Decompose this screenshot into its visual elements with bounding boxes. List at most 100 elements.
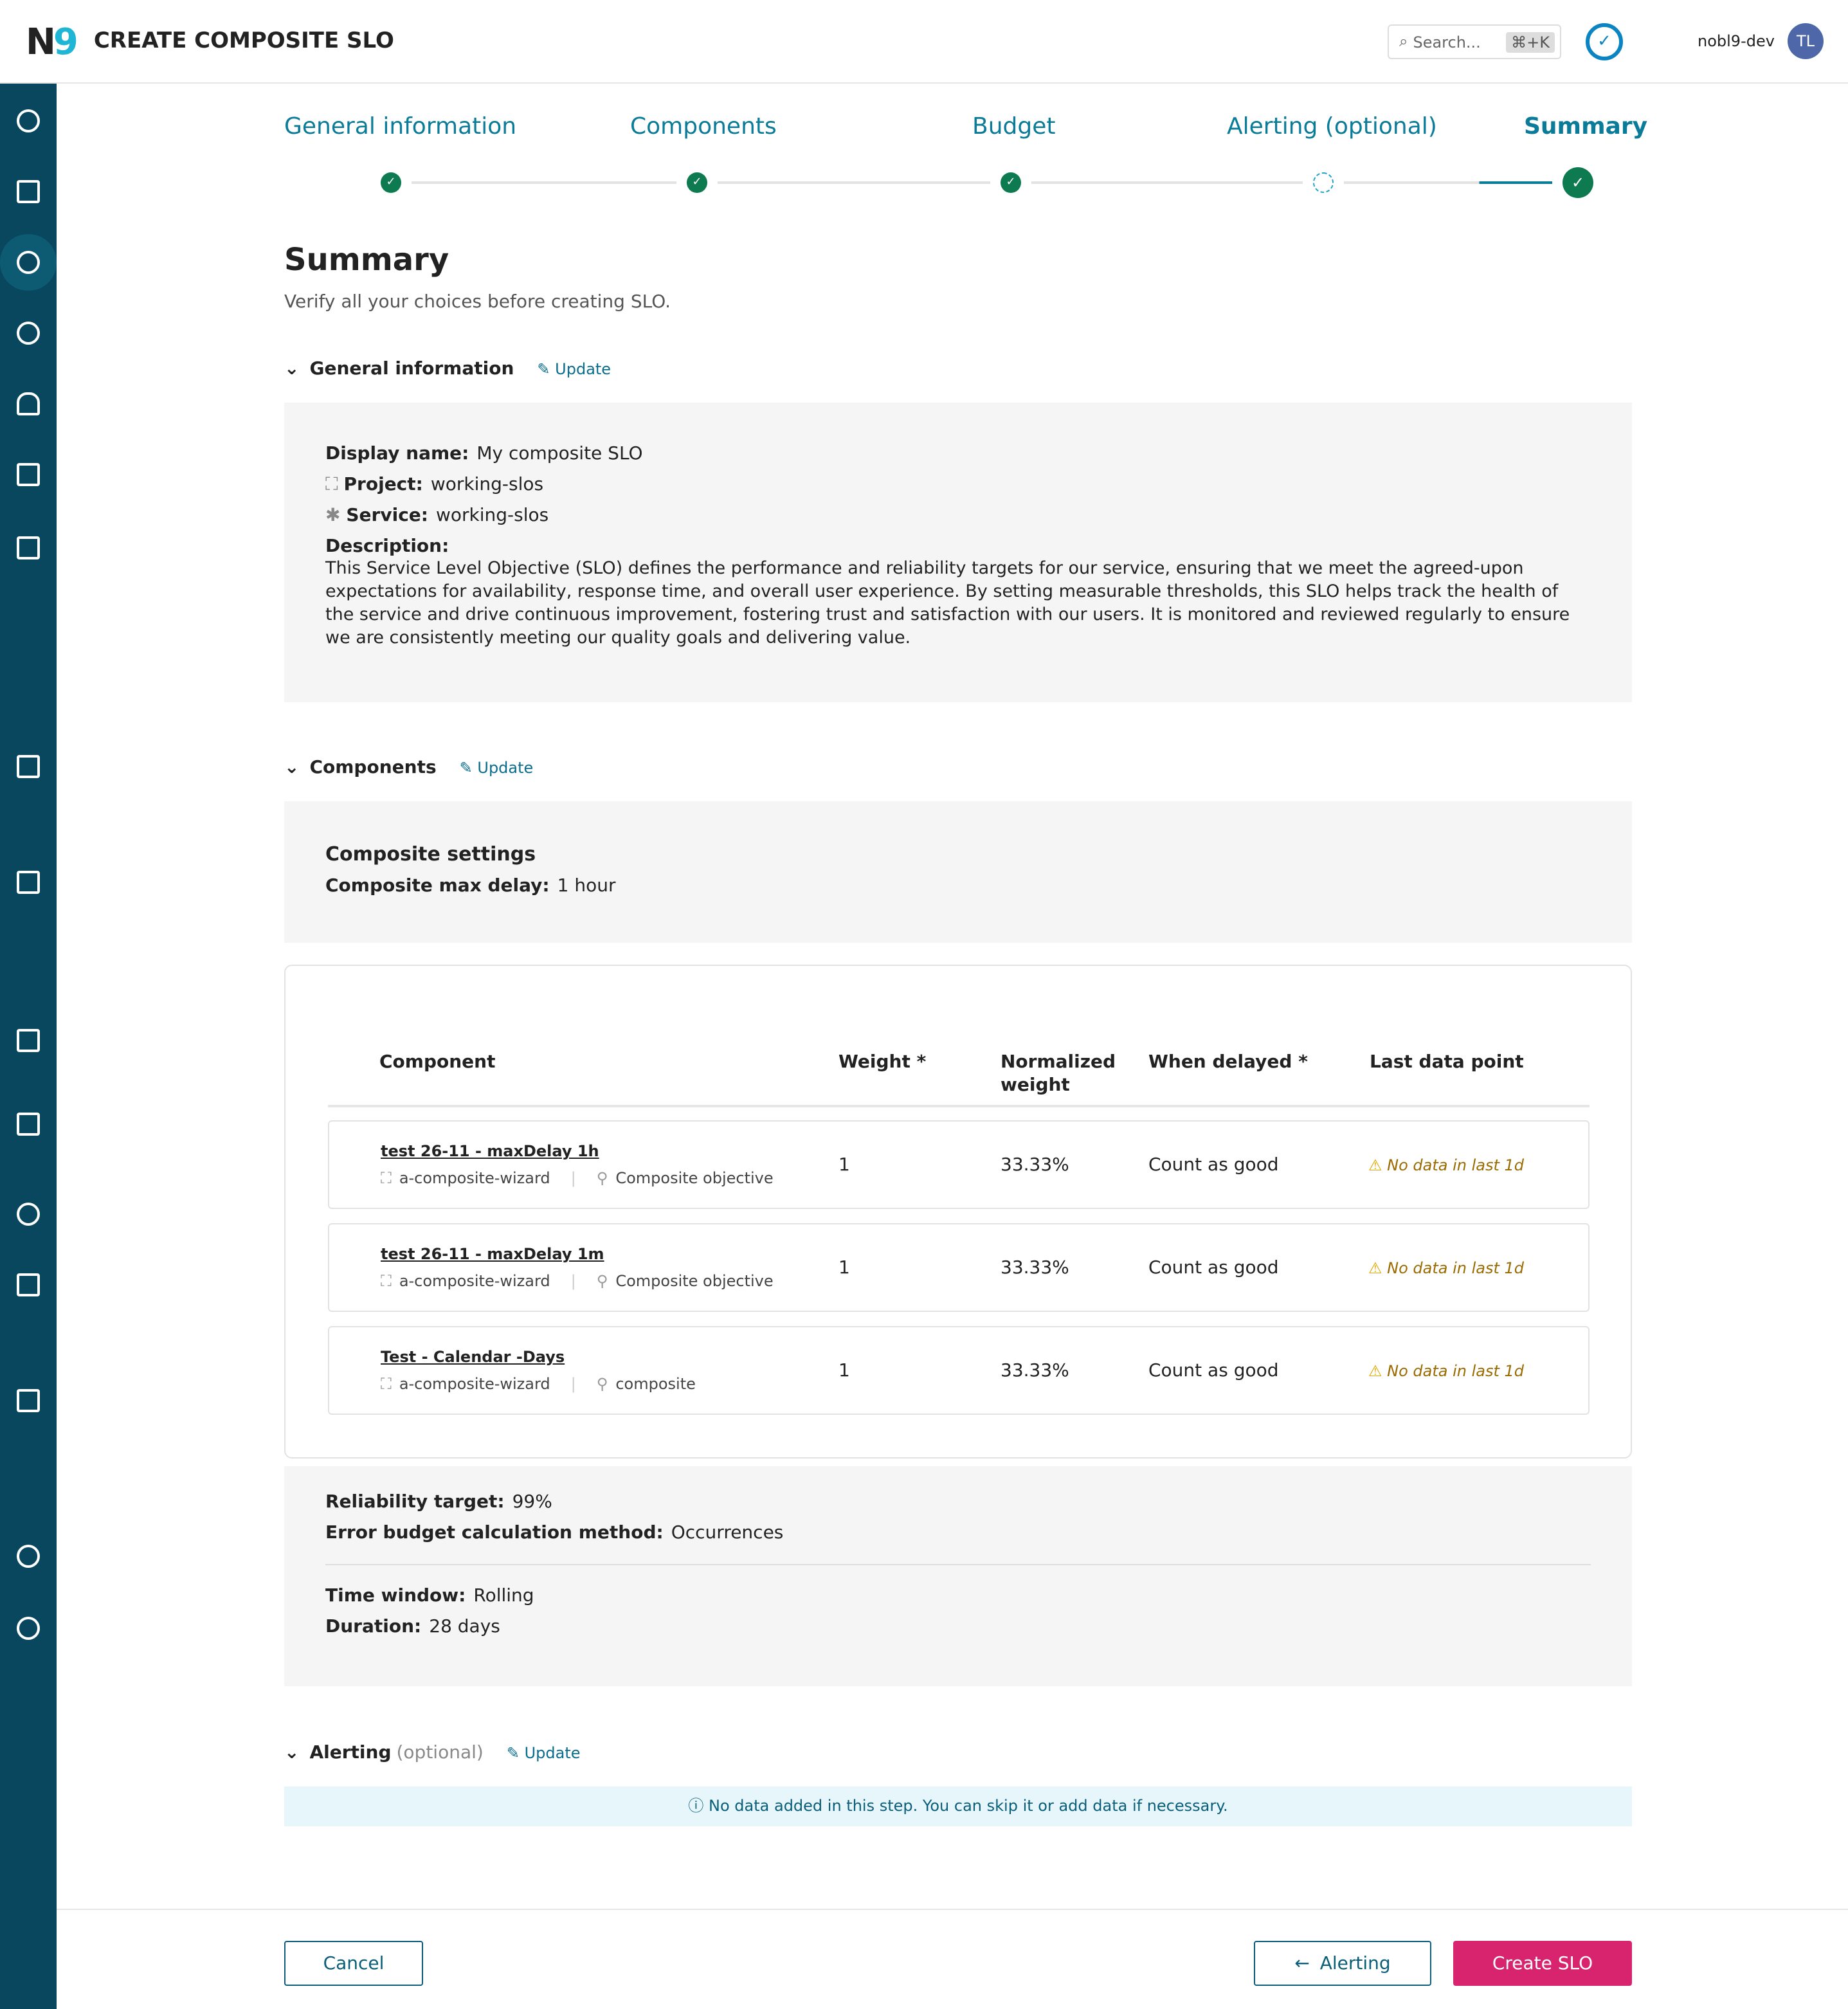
update-label: Update: [477, 759, 534, 777]
update-alerting-button[interactable]: ✎ Update: [507, 1744, 581, 1762]
document-icon[interactable]: [17, 1273, 40, 1296]
weight-value[interactable]: 1: [838, 1258, 850, 1278]
create-label: Create SLO: [1492, 1953, 1593, 1974]
step-alerting[interactable]: Alerting (optional): [1227, 113, 1437, 140]
project-value: working-slos: [430, 475, 544, 495]
clipboard-icon[interactable]: [17, 1113, 40, 1136]
component-objective: Composite objective: [615, 1272, 774, 1290]
clipboard-icon[interactable]: [17, 1029, 40, 1052]
step-general-information[interactable]: General information: [284, 113, 516, 140]
bell-icon[interactable]: [17, 392, 40, 415]
step-done-icon: ✓: [687, 172, 707, 193]
create-slo-button[interactable]: Create SLO: [1453, 1941, 1632, 1986]
step-connector: [718, 181, 990, 184]
table-row: test 26-11 - maxDelay 1m ⛶ a-composite-wi…: [328, 1223, 1590, 1312]
when-delayed-value[interactable]: Count as good: [1148, 1361, 1279, 1381]
project-icon: ⛶: [381, 1169, 392, 1187]
slo-icon[interactable]: [17, 251, 40, 274]
settings-icon[interactable]: [17, 1617, 40, 1640]
summary-title: Summary: [284, 242, 449, 278]
search-analytics-icon[interactable]: [17, 322, 40, 345]
label: Project:: [343, 475, 423, 495]
step-budget[interactable]: Budget: [972, 113, 1056, 140]
project-icon: ⛶: [381, 1375, 392, 1393]
objective-icon: ⚲: [596, 1169, 608, 1187]
component-link[interactable]: test 26-11 - maxDelay 1h: [381, 1142, 599, 1160]
component-project: a-composite-wizard: [399, 1169, 550, 1187]
column-header: Normalized weight: [1001, 1052, 1116, 1096]
max-delay-value: 1 hour: [557, 876, 616, 896]
step-connector: [1031, 181, 1303, 184]
step-components[interactable]: Components: [630, 113, 777, 140]
component-project: a-composite-wizard: [399, 1272, 550, 1290]
check-status-icon[interactable]: ✓: [1586, 23, 1623, 60]
search-icon: ⌕: [1399, 32, 1408, 50]
step-connector: [1344, 181, 1552, 184]
components-section-header[interactable]: ⌄ Components ✎ Update: [284, 758, 533, 778]
step-pending-icon: [1313, 172, 1334, 193]
weight-value[interactable]: 1: [838, 1155, 850, 1176]
avatar[interactable]: TL: [1788, 23, 1824, 59]
last-data-point: No data in last 1d: [1387, 1362, 1525, 1380]
label: Reliability target:: [325, 1492, 505, 1513]
clipboard-icon[interactable]: [17, 871, 40, 894]
when-delayed-value[interactable]: Count as good: [1148, 1258, 1279, 1278]
step-done-icon: ✓: [381, 172, 401, 193]
integration-icon[interactable]: [17, 1545, 40, 1568]
display-name-value: My composite SLO: [476, 444, 643, 464]
search-placeholder: Search...: [1413, 33, 1481, 51]
shortcut-badge: ⌘+K: [1506, 32, 1555, 52]
duration-value: 28 days: [429, 1617, 500, 1637]
label: Display name:: [325, 444, 469, 464]
component-project: a-composite-wizard: [399, 1375, 550, 1393]
chevron-down-icon[interactable]: ⌄: [284, 1743, 299, 1763]
cancel-label: Cancel: [323, 1953, 385, 1974]
clipboard-icon[interactable]: [17, 536, 40, 559]
component-link[interactable]: Test - Calendar -Days: [381, 1348, 565, 1366]
general-section-header[interactable]: ⌄ General information ✎ Update: [284, 359, 611, 379]
back-alerting-button[interactable]: ← Alerting: [1254, 1941, 1431, 1986]
info-text: No data added in this step. You can skip…: [709, 1797, 1228, 1815]
normalized-weight: 33.33%: [1001, 1258, 1069, 1278]
top-bar: N9 CREATE COMPOSITE SLO ⌕ Search... ⌘+K ✓ …: [0, 0, 1848, 84]
chevron-down-icon[interactable]: ⌄: [284, 758, 299, 778]
list-icon[interactable]: [17, 180, 40, 203]
cancel-button[interactable]: Cancel: [284, 1941, 423, 1986]
service-icon: ✱: [325, 505, 347, 526]
alerting-section-header[interactable]: ⌄ Alerting (optional) ✎ Update: [284, 1743, 581, 1763]
column-header: When delayed *: [1148, 1052, 1308, 1073]
step-connector: [412, 181, 676, 184]
update-components-button[interactable]: ✎ Update: [460, 759, 534, 777]
update-general-button[interactable]: ✎ Update: [537, 360, 611, 378]
composite-settings-title: Composite settings: [325, 842, 536, 866]
column-header: Weight *: [838, 1052, 927, 1073]
components-table: Component Weight * Normalized weight Whe…: [284, 965, 1632, 1459]
objective-icon: ⚲: [596, 1375, 608, 1393]
normalized-weight: 33.33%: [1001, 1155, 1069, 1176]
step-summary[interactable]: Summary: [1524, 113, 1647, 140]
label: Time window:: [325, 1586, 466, 1606]
nobl9-logo[interactable]: N9: [26, 20, 78, 62]
clipboard-icon[interactable]: [17, 755, 40, 778]
integration-icon[interactable]: [17, 1203, 40, 1226]
sidebar: [0, 84, 57, 2009]
update-label: Update: [524, 1744, 581, 1762]
section-title: Alerting: [309, 1743, 392, 1763]
weight-value[interactable]: 1: [838, 1361, 850, 1381]
project-icon: ⛶: [381, 1272, 392, 1290]
search-input[interactable]: ⌕ Search... ⌘+K: [1388, 24, 1561, 59]
when-delayed-value[interactable]: Count as good: [1148, 1155, 1279, 1176]
warning-icon: ⚠: [1368, 1259, 1388, 1277]
component-objective: Composite objective: [615, 1169, 774, 1187]
label: Service:: [346, 505, 428, 526]
report-icon[interactable]: [17, 463, 40, 486]
back-label: Alerting: [1319, 1953, 1391, 1974]
chevron-down-icon[interactable]: ⌄: [284, 359, 299, 379]
dashboard-icon[interactable]: [17, 109, 40, 132]
warning-icon: ⚠: [1368, 1362, 1388, 1380]
summary-subtitle: Verify all your choices before creating …: [284, 292, 671, 313]
org-name[interactable]: nobl9-dev: [1698, 32, 1775, 50]
method-value: Occurrences: [671, 1523, 784, 1543]
clipboard-icon[interactable]: [17, 1389, 40, 1412]
component-link[interactable]: test 26-11 - maxDelay 1m: [381, 1245, 604, 1263]
